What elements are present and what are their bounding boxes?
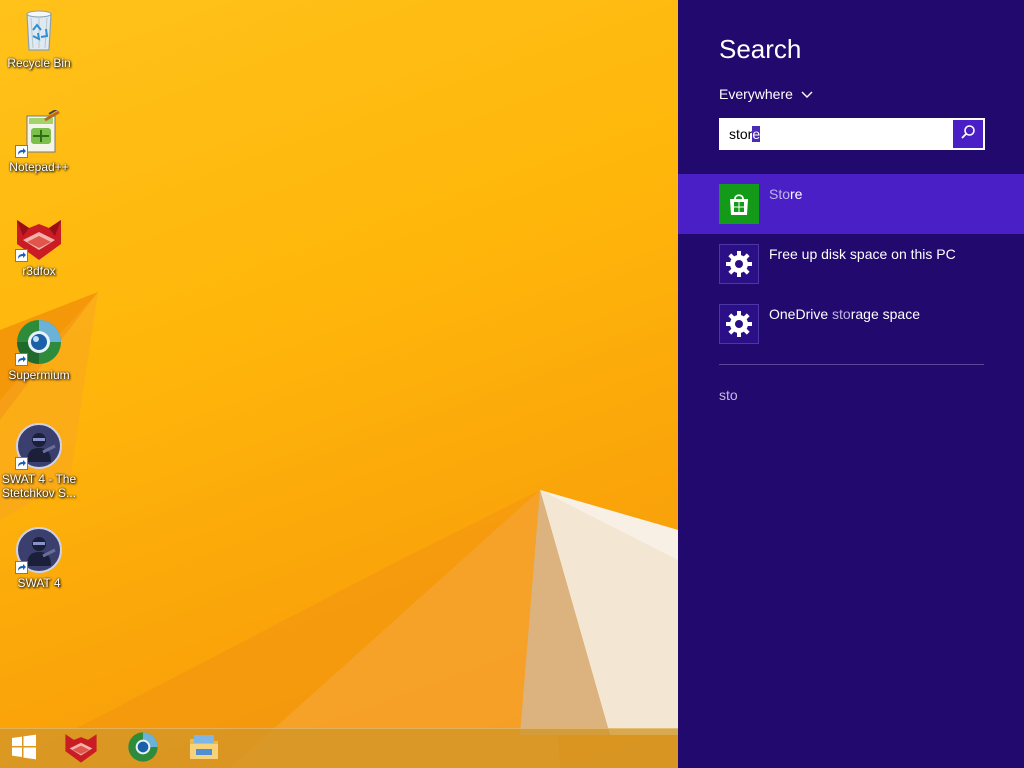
- shortcut-arrow-icon: [15, 353, 28, 366]
- desktop-icon-recycle-bin[interactable]: Recycle Bin: [0, 6, 78, 70]
- search-result-match: sto: [832, 306, 851, 322]
- settings-gear-icon: [719, 304, 759, 344]
- taskbar-item-r3dfox[interactable]: [57, 729, 105, 768]
- search-button[interactable]: [953, 120, 983, 148]
- search-result-label: OneDrive storage space: [769, 306, 920, 322]
- desktop-icon-label: Recycle Bin: [7, 56, 71, 70]
- search-input-text[interactable]: store: [729, 126, 761, 142]
- start-button[interactable]: [0, 729, 48, 768]
- search-result-prefix: OneDrive: [769, 306, 833, 322]
- settings-gear-icon: [719, 244, 759, 284]
- search-input[interactable]: store: [719, 118, 985, 150]
- screen: Recycle Bin Notepad++ r3dfox Supermium S…: [0, 0, 1024, 768]
- taskbar-item-supermium[interactable]: [119, 729, 167, 768]
- search-result-rest: rage space: [850, 306, 920, 322]
- chevron-down-icon: [801, 86, 813, 102]
- file-explorer-icon: [188, 731, 220, 768]
- store-icon: [719, 184, 759, 224]
- search-result-label: Store: [769, 186, 802, 202]
- taskbar-item-file-explorer[interactable]: [180, 729, 228, 768]
- shortcut-arrow-icon: [15, 145, 28, 158]
- r3dfox-icon: [15, 214, 63, 262]
- search-result-rest: re: [790, 186, 803, 202]
- magnifier-icon: [960, 124, 976, 145]
- search-result-match: Sto: [769, 186, 791, 202]
- divider: [719, 364, 984, 365]
- supermium-icon: [15, 318, 63, 366]
- search-result-label: Free up disk space on this PC: [769, 246, 956, 262]
- desktop-icon-label: SWAT 4 - The Stetchkov S...: [1, 472, 77, 500]
- desktop-icon-swat4[interactable]: SWAT 4: [0, 526, 78, 590]
- desktop-icon-label: Notepad++: [9, 160, 69, 174]
- desktop-icon-label: r3dfox: [22, 264, 56, 278]
- desktop-icon-label: SWAT 4: [17, 576, 61, 590]
- windows-start-icon: [10, 733, 38, 766]
- shortcut-arrow-icon: [15, 249, 28, 262]
- desktop[interactable]: Recycle Bin Notepad++ r3dfox Supermium S…: [0, 0, 678, 768]
- search-query-selected: e: [752, 126, 761, 142]
- search-suggestion[interactable]: sto: [719, 387, 738, 403]
- desktop-icon-r3dfox[interactable]: r3dfox: [0, 214, 78, 278]
- desktop-icon-label: Supermium: [8, 368, 70, 382]
- search-scope-dropdown[interactable]: Everywhere: [719, 86, 813, 102]
- search-charm-pane: Search Everywhere store Store Free up di…: [678, 0, 1024, 768]
- desktop-icon-swat4-stetchkov[interactable]: SWAT 4 - The Stetchkov S...: [0, 422, 78, 500]
- search-result-onedrive-storage[interactable]: OneDrive storage space: [678, 294, 1024, 354]
- swat4-icon: [15, 422, 63, 470]
- search-pane-title: Search: [719, 34, 802, 64]
- desktop-icon-notepadpp[interactable]: Notepad++: [0, 107, 78, 174]
- swat4-icon: [15, 526, 63, 574]
- search-query-plain: stor: [729, 126, 753, 142]
- search-result-store[interactable]: Store: [678, 174, 1024, 234]
- search-scope-label: Everywhere: [719, 86, 793, 102]
- notepadpp-icon: [15, 107, 63, 158]
- search-result-free-disk-space[interactable]: Free up disk space on this PC: [678, 234, 1024, 294]
- desktop-icon-supermium[interactable]: Supermium: [0, 318, 78, 382]
- shortcut-arrow-icon: [15, 561, 28, 574]
- wallpaper-shapes: [0, 292, 678, 768]
- recycle-bin-icon: [15, 6, 63, 54]
- shortcut-arrow-icon: [15, 457, 28, 470]
- taskbar: [0, 728, 678, 768]
- supermium-icon: [127, 731, 159, 768]
- r3dfox-icon: [64, 730, 98, 768]
